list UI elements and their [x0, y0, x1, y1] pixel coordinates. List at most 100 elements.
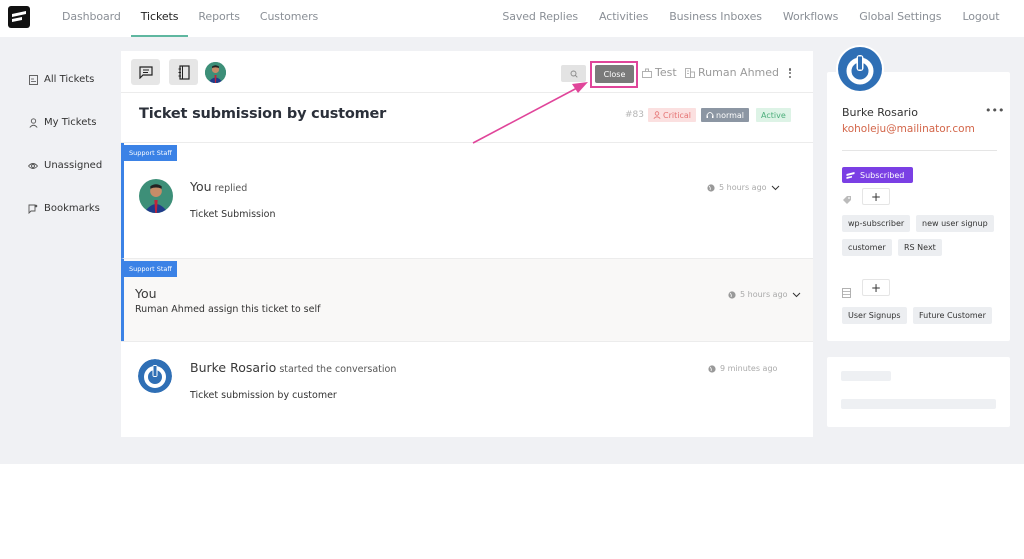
- nav-global-settings[interactable]: Global Settings: [849, 0, 952, 37]
- activity-text: Ruman Ahmed assign this ticket to self: [135, 304, 321, 315]
- globe-icon: [707, 183, 715, 192]
- sidebar-item-label: All Tickets: [44, 74, 95, 85]
- nav-workflows[interactable]: Workflows: [772, 0, 848, 37]
- nav-customers[interactable]: Customers: [250, 0, 328, 37]
- user-icon: [28, 117, 38, 128]
- tag-chip[interactable]: RS Next: [898, 239, 942, 256]
- ticket-header: Ticket submission by customer #83 Critic…: [121, 93, 813, 143]
- search-button[interactable]: [561, 65, 586, 82]
- thread-entry: Burke Rosario started the conversation Ti…: [121, 341, 813, 437]
- reply-button[interactable]: [131, 59, 160, 85]
- author-action: replied: [214, 183, 248, 194]
- thread-entry: Support Staff You replied Ticket Submissi…: [121, 143, 813, 258]
- author-name: Burke Rosario: [190, 360, 277, 375]
- ticket-sidebar: All Tickets My Tickets Unassigned Bookma…: [28, 58, 120, 230]
- add-list-button[interactable]: +: [862, 279, 890, 296]
- sidebar-item-unassigned[interactable]: Unassigned: [28, 144, 120, 187]
- client-priority-badge[interactable]: normal: [701, 108, 750, 122]
- customer-email[interactable]: koholeju@mailinator.com: [842, 123, 975, 135]
- sidebar-item-all-tickets[interactable]: All Tickets: [28, 58, 120, 101]
- status-badge[interactable]: Active: [756, 108, 791, 122]
- nav-reports[interactable]: Reports: [188, 0, 250, 37]
- building-icon: [685, 67, 695, 78]
- add-tag-button[interactable]: +: [862, 188, 890, 205]
- message-body: Ticket Submission: [190, 209, 276, 220]
- ticket-title: Ticket submission by customer: [139, 106, 387, 122]
- ticket-toolbar: Close Test Ruman Ahmed: [121, 51, 813, 93]
- priority-label: Critical: [663, 110, 691, 120]
- timestamp-text: 9 minutes ago: [720, 364, 778, 373]
- primary-nav: Dashboard Tickets Reports Customers: [52, 0, 328, 37]
- secondary-nav: Saved Replies Activities Business Inboxe…: [492, 0, 1010, 37]
- skeleton-line: [841, 399, 996, 409]
- bookmark-icon: [28, 204, 38, 214]
- product-selector[interactable]: Test: [642, 66, 677, 79]
- customer-avatar: [138, 359, 172, 393]
- chevron-down-icon[interactable]: [792, 292, 801, 298]
- client-priority-label: normal: [716, 110, 745, 120]
- divider: [842, 150, 997, 151]
- user-icon: [653, 111, 661, 119]
- author-line: Burke Rosario started the conversation: [190, 360, 396, 375]
- notebook-icon: [178, 64, 190, 80]
- author-line: You replied: [190, 179, 247, 194]
- timestamp-text: 5 hours ago: [740, 290, 788, 299]
- logo-icon: [12, 11, 26, 22]
- loading-card: [827, 357, 1010, 427]
- fluent-logo-icon: [846, 171, 855, 179]
- tag-chip[interactable]: new user signup: [916, 215, 994, 232]
- agent-name: Ruman Ahmed: [698, 66, 780, 79]
- customer-more-button[interactable]: •••: [985, 104, 1004, 117]
- agent-selector[interactable]: Ruman Ahmed: [685, 66, 779, 79]
- kebab-dot: [788, 75, 792, 78]
- search-icon: [570, 70, 578, 78]
- tag-chip[interactable]: customer: [842, 239, 892, 256]
- power-logo-icon: [836, 45, 884, 93]
- document-icon: [28, 74, 38, 85]
- headset-icon: [706, 112, 714, 118]
- subscription-badge: Subscribed: [842, 167, 913, 183]
- notes-button[interactable]: [169, 59, 198, 85]
- list-icon: [842, 283, 851, 302]
- author-name: You: [190, 179, 212, 194]
- tag-chip[interactable]: wp-subscriber: [842, 215, 911, 232]
- author-avatar: [139, 179, 173, 213]
- nav-business-inboxes[interactable]: Business Inboxes: [659, 0, 773, 37]
- sidebar-item-bookmarks[interactable]: Bookmarks: [28, 187, 120, 230]
- app-logo[interactable]: [8, 6, 30, 28]
- product-name: Test: [655, 66, 677, 79]
- author-action: started the conversation: [279, 364, 397, 375]
- message-body: Ticket submission by customer: [190, 390, 337, 401]
- support-staff-tag: Support Staff: [124, 261, 177, 277]
- priority-badge[interactable]: Critical: [648, 108, 696, 122]
- power-logo-icon: [138, 359, 172, 393]
- ticket-panel: Close Test Ruman Ahmed Ticket submission…: [121, 51, 813, 437]
- eye-icon: [28, 161, 38, 171]
- more-options-button[interactable]: [787, 66, 793, 80]
- subscription-status: Subscribed: [860, 170, 905, 180]
- agent-avatar[interactable]: [205, 62, 226, 83]
- nav-dashboard[interactable]: Dashboard: [52, 0, 131, 37]
- timestamp: 5 hours ago: [707, 183, 780, 192]
- kebab-dot: [788, 68, 792, 71]
- sidebar-item-my-tickets[interactable]: My Tickets: [28, 101, 120, 144]
- briefcase-icon: [642, 68, 652, 78]
- nav-logout[interactable]: Logout: [952, 0, 1010, 37]
- list-chip[interactable]: User Signups: [842, 307, 907, 324]
- sidebar-item-label: Unassigned: [44, 160, 103, 171]
- customer-name: Burke Rosario: [842, 106, 918, 119]
- nav-tickets[interactable]: Tickets: [130, 0, 189, 37]
- kebab-dot: [788, 71, 792, 75]
- globe-icon: [708, 364, 716, 373]
- timestamp-text: 5 hours ago: [719, 183, 767, 192]
- nav-activities[interactable]: Activities: [589, 0, 659, 37]
- chevron-down-icon[interactable]: [771, 185, 780, 191]
- nav-saved-replies[interactable]: Saved Replies: [492, 0, 589, 37]
- list-chip[interactable]: Future Customer: [913, 307, 992, 324]
- customer-card: Burke Rosario ••• koholeju@mailinator.co…: [827, 72, 1010, 341]
- skeleton-line: [841, 371, 891, 381]
- author-name: You: [135, 286, 157, 301]
- timestamp: 9 minutes ago: [708, 364, 777, 373]
- person-photo-icon: [205, 62, 226, 83]
- close-ticket-button[interactable]: Close: [595, 65, 634, 83]
